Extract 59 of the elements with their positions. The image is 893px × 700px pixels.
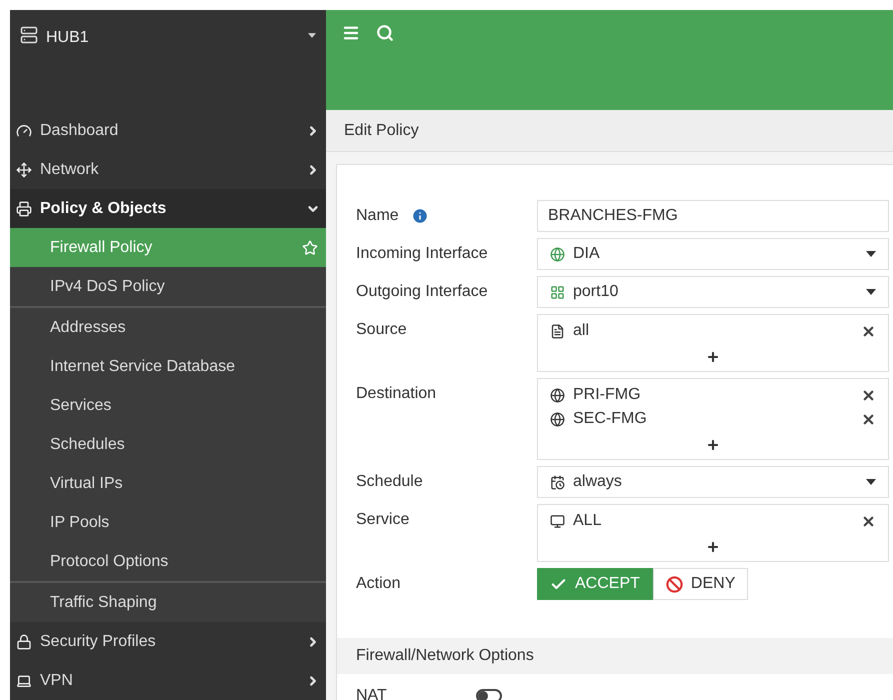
field-label: Schedule: [356, 472, 423, 492]
add-icon[interactable]: [706, 540, 720, 554]
nat-toggle-switch[interactable]: [476, 689, 502, 700]
entry-text: PRI-FMG: [573, 385, 641, 405]
add-icon[interactable]: [706, 438, 720, 452]
menu-icon[interactable]: [342, 24, 360, 42]
dropdown-caret-icon: [866, 251, 876, 257]
field-label: Source: [356, 320, 407, 340]
remove-icon[interactable]: [861, 514, 876, 528]
sidebar-item[interactable]: IPv4 DoS Policy: [10, 267, 326, 306]
sidebar-item[interactable]: Services: [10, 386, 326, 425]
field-label: Action: [356, 574, 400, 594]
field-label: Service: [356, 510, 410, 530]
sidebar-item[interactable]: Virtual IPs: [10, 464, 326, 503]
entry-text: ALL: [573, 511, 602, 531]
field-label: NAT: [356, 686, 388, 700]
sidebar-section[interactable]: VPN: [10, 661, 326, 700]
interface-select[interactable]: port10: [537, 276, 889, 308]
star-icon[interactable]: [302, 240, 318, 256]
page-title: Edit Policy: [344, 120, 419, 140]
sidebar-section[interactable]: Network: [10, 150, 326, 189]
sidebar-section[interactable]: Dashboard: [10, 111, 326, 150]
field-label: Incoming Interface: [356, 244, 488, 264]
dropdown-caret-icon[interactable]: [308, 33, 316, 38]
device-name[interactable]: HUB1: [46, 26, 89, 50]
multi-select-field[interactable]: all: [537, 314, 889, 372]
entry-text: always: [573, 472, 622, 492]
section-heading: Firewall/Network Options: [356, 646, 534, 666]
sidebar-section[interactable]: Policy & Objects: [10, 189, 326, 228]
sidebar-item[interactable]: Internet Service Database: [10, 347, 326, 386]
sidebar-section[interactable]: Security Profiles: [10, 622, 326, 661]
dropdown-caret-icon: [866, 289, 876, 295]
multi-select-field[interactable]: ALL: [537, 504, 889, 562]
name-input-field[interactable]: BRANCHES-FMG: [537, 200, 889, 232]
sidebar-item[interactable]: Addresses: [10, 308, 326, 347]
field-label: Destination: [356, 384, 436, 404]
multi-select-field[interactable]: PRI-FMG SEC-FMG: [537, 378, 889, 460]
field-label: Outgoing Interface: [356, 282, 488, 302]
dropdown-caret-icon: [866, 479, 876, 485]
entry-text: DIA: [573, 244, 600, 264]
remove-icon[interactable]: [861, 324, 876, 338]
action-toggle-button[interactable]: ACCEPT: [537, 568, 653, 600]
remove-icon[interactable]: [861, 388, 876, 402]
sidebar-item[interactable]: Schedules: [10, 425, 326, 464]
sidebar-item[interactable]: IP Pools: [10, 503, 326, 542]
field-label: Name: [356, 206, 399, 226]
sidebar-item[interactable]: Protocol Options: [10, 542, 326, 581]
action-toggle-button[interactable]: DENY: [652, 568, 748, 600]
entry-text: port10: [573, 282, 618, 302]
interface-select[interactable]: DIA: [537, 238, 889, 270]
sidebar-item[interactable]: Traffic Shaping: [10, 583, 326, 622]
entry-text: all: [573, 321, 590, 341]
add-icon[interactable]: [706, 350, 720, 364]
prohibited-icon: [666, 576, 683, 592]
interface-select[interactable]: always: [537, 466, 889, 498]
info-icon[interactable]: [410, 207, 429, 225]
remove-icon[interactable]: [861, 412, 876, 426]
search-icon[interactable]: [376, 24, 394, 42]
entry-text: SEC-FMG: [573, 409, 647, 429]
